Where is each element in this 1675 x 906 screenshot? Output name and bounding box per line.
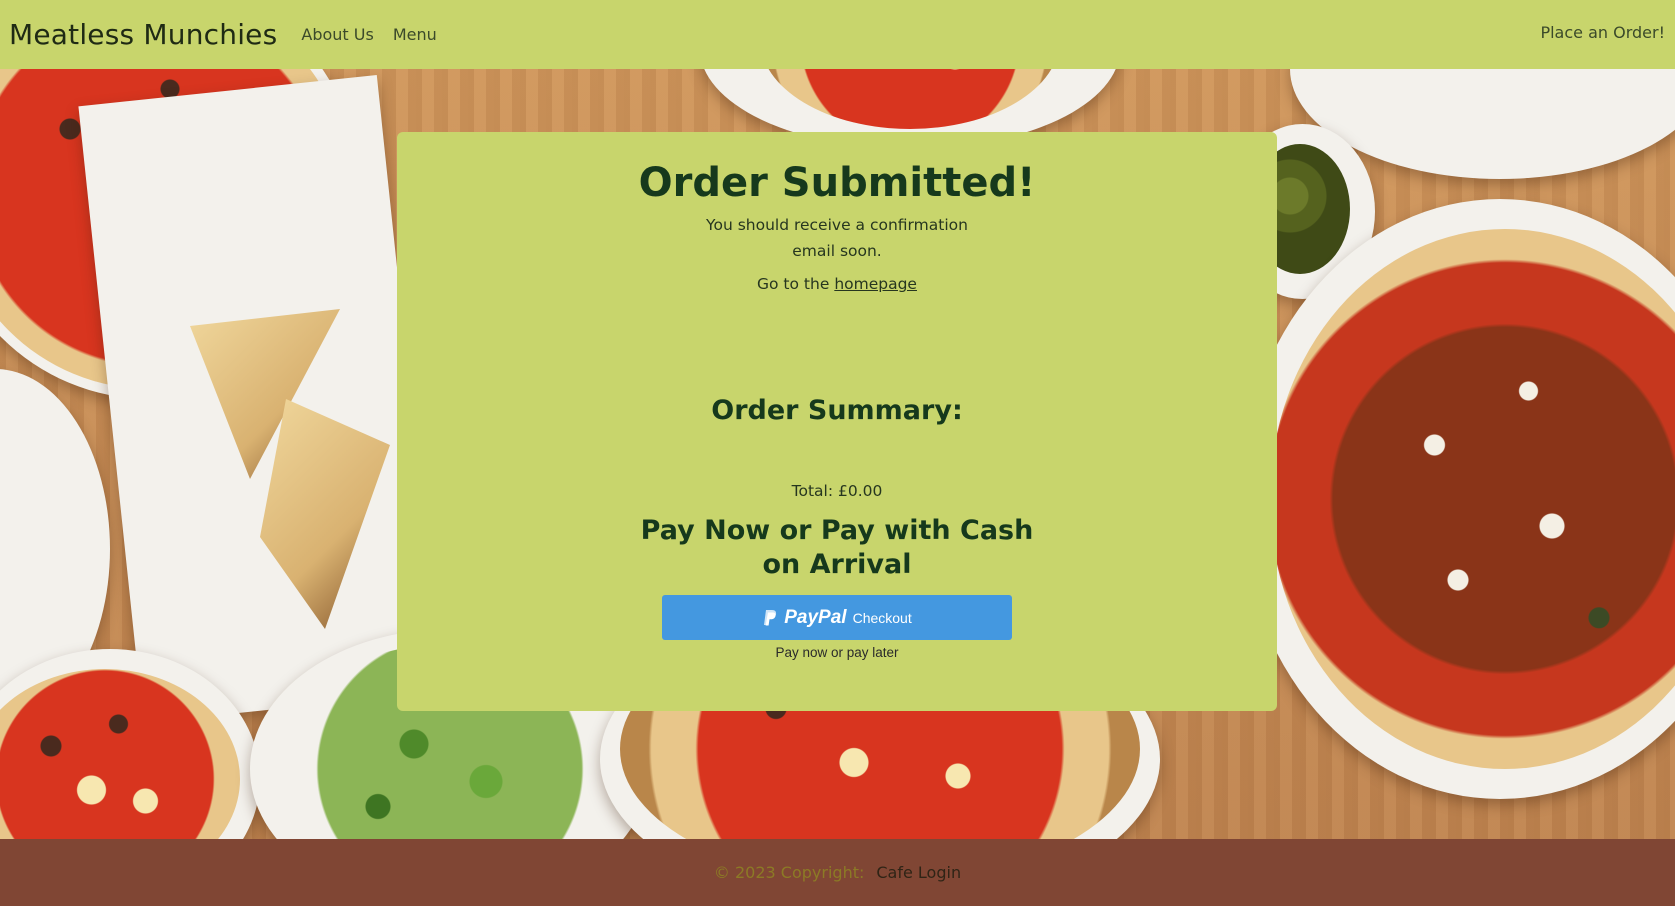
footer-copyright: © 2023 Copyright:	[713, 863, 865, 882]
nav-link-place-order[interactable]: Place an Order!	[1540, 23, 1665, 42]
paypal-checkout-button[interactable]: PayPal Checkout	[662, 595, 1012, 640]
page-title: Order Submitted!	[638, 160, 1036, 206]
cafe-login-link[interactable]: Cafe Login	[876, 863, 961, 882]
payment-heading: Pay Now or Pay with Cash on Arrival	[640, 515, 1034, 580]
homepage-link[interactable]: homepage	[834, 275, 917, 293]
nav-link-about-us[interactable]: About Us	[301, 25, 373, 44]
paypal-brand-text: PayPal	[784, 606, 847, 628]
brand-link[interactable]: Meatless Munchies	[9, 18, 277, 51]
nav-link-menu[interactable]: Menu	[393, 25, 437, 44]
footer: © 2023 Copyright: Cafe Login	[0, 839, 1675, 906]
order-summary-heading: Order Summary:	[711, 395, 963, 426]
order-confirmation-card: Order Submitted! You should receive a co…	[397, 132, 1277, 711]
navbar: Meatless Munchies About Us Menu Place an…	[0, 0, 1675, 69]
homepage-prefix: Go to the	[757, 275, 830, 293]
confirmation-message: You should receive a confirmation email …	[706, 216, 968, 260]
hero-background-image: Order Submitted! You should receive a co…	[0, 69, 1675, 839]
order-total: Total: £0.00	[791, 482, 883, 500]
paypal-subtext: Pay now or pay later	[775, 645, 899, 660]
paypal-logo-icon	[764, 609, 777, 625]
paypal-checkout-label: Checkout	[852, 609, 912, 626]
homepage-prompt: Go to the homepage	[397, 275, 1277, 293]
